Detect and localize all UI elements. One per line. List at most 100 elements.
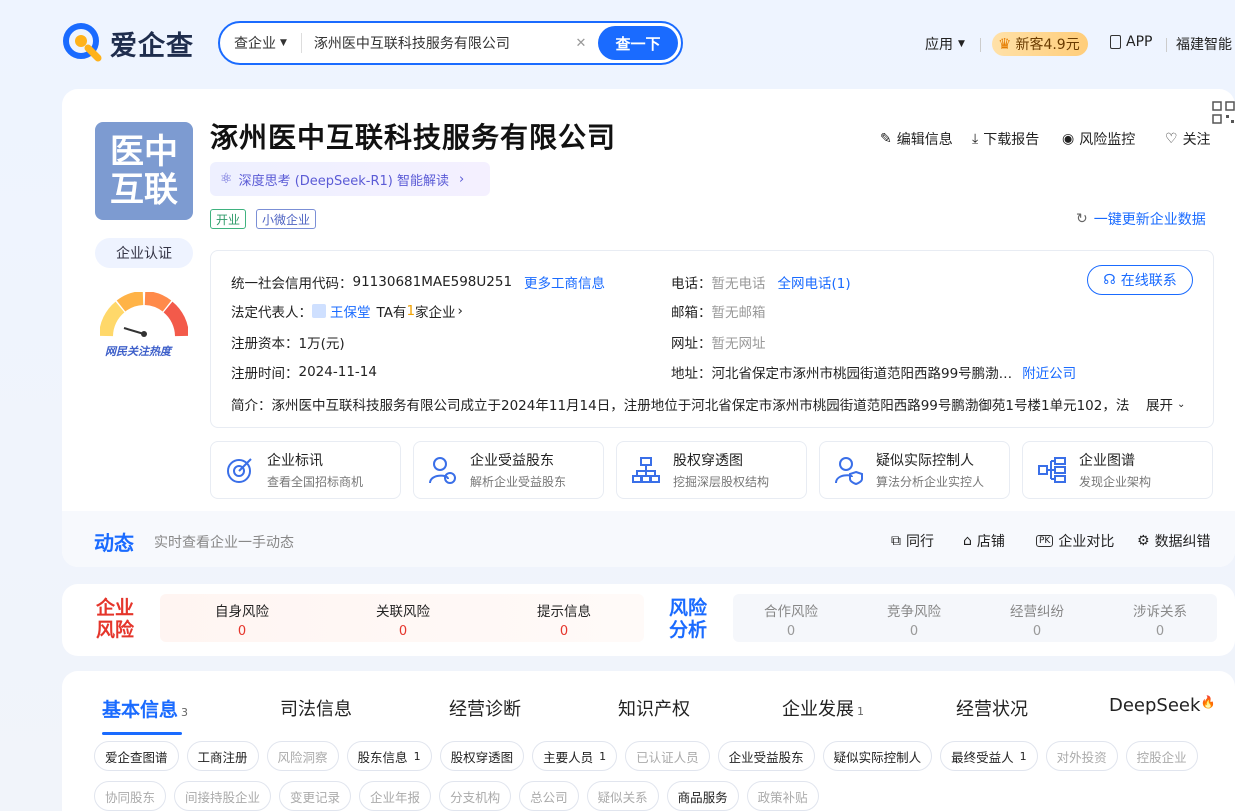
qrcode-icon[interactable] (1212, 101, 1235, 128)
heat-gauge[interactable] (99, 291, 189, 344)
section-chip[interactable]: 企业年报 (359, 781, 432, 811)
nav-more-label: 福建智能 (1176, 37, 1232, 53)
compare-button[interactable]: PK 企业对比 (1036, 531, 1114, 551)
section-chip[interactable]: 总公司 (519, 781, 579, 811)
cooperation-risk[interactable]: 合作风险 0 (731, 594, 851, 642)
chip-label: 工商注册 (197, 749, 248, 765)
clear-icon[interactable]: ✕ (572, 36, 590, 51)
analysis-count: 0 (909, 624, 919, 639)
chip-label: 企业年报 (370, 789, 421, 805)
chip-label: 商品服务 (677, 789, 728, 805)
feature-company-graph[interactable]: 企业图谱 发现企业架构 (1022, 441, 1213, 499)
data-correction-button[interactable]: ⚙ 数据纠错 (1137, 531, 1211, 551)
search-input[interactable] (301, 35, 572, 51)
legal-rep-label: 法定代表人： (231, 305, 312, 321)
hint-info[interactable]: 提示信息 0 (484, 594, 644, 642)
tab-operation[interactable]: 经营状况 (956, 695, 1028, 721)
chip-label: 股东信息 (357, 749, 408, 765)
website-label: 网址： (671, 336, 712, 352)
feature-actual-controller[interactable]: 疑似实际控制人 算法分析企业实控人 (819, 441, 1010, 499)
tab-development[interactable]: 企业发展 1 (782, 695, 864, 721)
site-logo[interactable]: 爱企查 (62, 22, 194, 64)
self-risk[interactable]: 自身风险 0 (162, 594, 322, 642)
chip-count: 1 (599, 749, 607, 763)
dynamics-title[interactable]: 动态 (94, 527, 134, 556)
company-logo: 医中 互联 (95, 122, 193, 220)
feature-equity-chart[interactable]: 股权穿透图 挖掘深层股权结构 (616, 441, 807, 499)
nearby-companies-link[interactable]: 附近公司 (1022, 362, 1076, 382)
section-chip[interactable]: 商品服务 (666, 781, 739, 811)
risk-count: 0 (237, 624, 247, 639)
analysis-count: 0 (1155, 624, 1165, 639)
section-chip[interactable]: 对外投资 (1045, 741, 1118, 771)
download-report-button[interactable]: ⤓ 下载报告 (972, 129, 1039, 149)
section-chip[interactable]: 最终受益人 1 (940, 741, 1038, 771)
more-biz-info-link[interactable]: 更多工商信息 (524, 272, 605, 292)
legal-rep-name[interactable]: 王保堂 (330, 301, 371, 321)
tab-business-diagnosis[interactable]: 经营诊断 (449, 695, 521, 721)
legal-ta-post: 家企业 (415, 305, 456, 321)
section-chip[interactable]: 变更记录 (279, 781, 352, 811)
tab-deepseek[interactable]: DeepSeek🔥 (1109, 695, 1215, 716)
online-contact-button[interactable]: ☊ 在线联系 (1087, 265, 1193, 295)
section-chip[interactable]: 爱企查图谱 (94, 741, 179, 771)
tab-label: 知识产权 (618, 699, 690, 720)
section-chip[interactable]: 疑似实际控制人 (822, 741, 933, 771)
heart-icon: ♡ (1165, 131, 1178, 147)
section-chip[interactable]: 分支机构 (439, 781, 512, 811)
section-chip[interactable]: 间接持股企业 (174, 781, 272, 811)
refresh-data-button[interactable]: ↻ 一键更新企业数据 (1076, 209, 1206, 229)
chevron-right-icon[interactable]: › (458, 303, 463, 319)
section-chip[interactable]: 股权穿透图 (439, 741, 525, 771)
feature-bid-info[interactable]: 企业标讯 查看全国招标商机 (210, 441, 401, 499)
tab-judicial[interactable]: 司法信息 (280, 695, 352, 721)
phone-value: 暂无电话 (711, 276, 766, 292)
section-chip[interactable]: 疑似关系 (586, 781, 659, 811)
phone-row: 电话： 暂无电话 全网电话(1) (671, 272, 851, 292)
search-button[interactable]: 查一下 (598, 26, 678, 60)
ai-interpret-button[interactable]: ⚛ 深度思考 (DeepSeek-R1) 智能解读 › (210, 162, 490, 196)
section-chip[interactable]: 企业受益股东 (717, 741, 815, 771)
search-type-dropdown[interactable]: 查企业 ▼ (220, 33, 302, 53)
search-type-label: 查企业 (234, 36, 276, 52)
divider (1166, 38, 1167, 52)
legal-ta-count[interactable]: 1 (406, 303, 415, 319)
target-icon (227, 458, 252, 483)
capital-label: 注册资本： (231, 336, 299, 352)
vip-promo[interactable]: ♛ 新客4.9元 (992, 32, 1088, 56)
hierarchy-icon (1038, 457, 1066, 483)
section-chip[interactable]: 主要人员 1 (532, 741, 618, 771)
all-phones-link[interactable]: 全网电话(1) (778, 272, 851, 292)
briefcase-icon: ⧉ (891, 533, 901, 549)
shops-button[interactable]: ⌂ 店铺 (963, 531, 1005, 551)
feature-subtitle: 算法分析企业实控人 (876, 475, 985, 489)
litigation-relation[interactable]: 涉诉关系 0 (1100, 594, 1220, 642)
address-value: 河北省保定市涿州市桃园街道范阳西路99号鹏渤… (711, 366, 1013, 382)
legal-rep-row: 法定代表人： 王保堂 TA有 1 家企业 › (231, 301, 463, 321)
related-risk[interactable]: 关联风险 0 (323, 594, 483, 642)
expand-button[interactable]: 展开 ⌄ (1140, 394, 1186, 414)
nav-app[interactable]: APP (1110, 34, 1152, 50)
section-chip[interactable]: 股东信息 1 (346, 741, 432, 771)
risk-monitor-button[interactable]: ◉ 风险监控 (1062, 129, 1135, 149)
nav-apps[interactable]: 应用 ▼ (925, 34, 965, 54)
peers-button[interactable]: ⧉ 同行 (891, 531, 934, 551)
caret-down-icon: ▼ (280, 38, 287, 48)
feature-beneficial-owner[interactable]: 企业受益股东 解析企业受益股东 (413, 441, 604, 499)
competition-risk[interactable]: 竞争风险 0 (854, 594, 974, 642)
section-chip[interactable]: 协同股东 (94, 781, 167, 811)
section-chip[interactable]: 风险洞察 (266, 741, 339, 771)
section-chip[interactable]: 已认证人员 (625, 741, 710, 771)
section-chip[interactable]: 控股企业 (1125, 741, 1198, 771)
business-dispute[interactable]: 经营纠纷 0 (977, 594, 1097, 642)
follow-button[interactable]: ♡ 关注 (1165, 129, 1211, 149)
tab-basic-info[interactable]: 基本信息 3 (102, 695, 188, 722)
tab-ip[interactable]: 知识产权 (618, 695, 690, 721)
nav-more[interactable]: 福建智能 (1176, 34, 1232, 54)
certify-button[interactable]: 企业认证 (95, 238, 193, 268)
status-badge: 开业 (210, 209, 247, 229)
section-chip[interactable]: 政策补贴 (746, 781, 819, 811)
compare-label: 企业对比 (1058, 534, 1115, 550)
section-chip[interactable]: 工商注册 (186, 741, 259, 771)
edit-info-button[interactable]: ✎ 编辑信息 (880, 129, 953, 149)
